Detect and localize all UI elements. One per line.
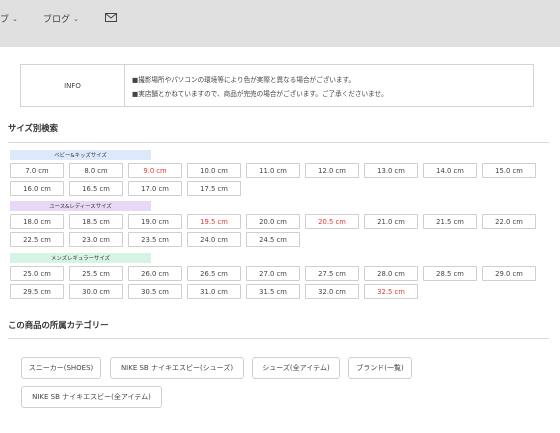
- info-box: INFO ■撮影場所やパソコンの環境等により色が実際と異なる場合がございます。 …: [20, 64, 534, 107]
- size-button[interactable]: 27.5 cm: [305, 266, 359, 281]
- size-button[interactable]: 13.0 cm: [364, 163, 418, 178]
- size-button[interactable]: 32.0 cm: [305, 284, 359, 299]
- size-button[interactable]: 12.0 cm: [305, 163, 359, 178]
- size-button[interactable]: 26.0 cm: [128, 266, 182, 281]
- size-button[interactable]: 15.0 cm: [482, 163, 536, 178]
- nav-item-blog[interactable]: ブログ ⌄: [43, 12, 79, 26]
- info-note-stock: ■実店舗とかねていますので、商品が完売の場合がございます。ご了承くださいませ。: [132, 90, 388, 98]
- mail-icon[interactable]: [105, 13, 117, 22]
- size-button[interactable]: 21.0 cm: [364, 214, 418, 229]
- category-tag-shoes-all[interactable]: シューズ(全アイテム): [252, 357, 340, 379]
- size-button[interactable]: 19.0 cm: [128, 214, 182, 229]
- size-button[interactable]: 21.5 cm: [423, 214, 477, 229]
- size-button[interactable]: 25.5 cm: [69, 266, 123, 281]
- size-button[interactable]: 30.0 cm: [69, 284, 123, 299]
- size-button[interactable]: 22.5 cm: [10, 232, 64, 247]
- info-note-color: ■撮影場所やパソコンの環境等により色が実際と異なる場合がございます。: [132, 76, 356, 84]
- size-category-label: メンズレギュラーサイズ: [10, 253, 151, 263]
- nav-item-label: ブログ: [43, 15, 71, 25]
- size-button[interactable]: 17.0 cm: [128, 181, 182, 196]
- size-button[interactable]: 19.5 cm: [187, 214, 241, 229]
- size-button[interactable]: 10.0 cm: [187, 163, 241, 178]
- nav-item-label: ブ: [0, 15, 10, 25]
- size-button[interactable]: 20.0 cm: [246, 214, 300, 229]
- section-divider: [8, 338, 549, 339]
- size-button[interactable]: 31.5 cm: [246, 284, 300, 299]
- size-button[interactable]: 14.0 cm: [423, 163, 477, 178]
- size-button[interactable]: 28.0 cm: [364, 266, 418, 281]
- size-button[interactable]: 9.0 cm: [128, 163, 182, 178]
- size-button[interactable]: 20.5 cm: [305, 214, 359, 229]
- size-button[interactable]: 7.0 cm: [10, 163, 64, 178]
- size-button[interactable]: 11.0 cm: [246, 163, 300, 178]
- size-button[interactable]: 16.5 cm: [69, 181, 123, 196]
- section-divider: [8, 142, 549, 143]
- size-button[interactable]: 27.0 cm: [246, 266, 300, 281]
- size-category-label: ベビー&キッズサイズ: [10, 150, 151, 160]
- info-notes: ■撮影場所やパソコンの環境等により色が実際と異なる場合がございます。 ■実店舗と…: [125, 65, 388, 106]
- size-button[interactable]: 25.0 cm: [10, 266, 64, 281]
- category-tag-nike-sb-all[interactable]: NIKE SB ナイキエスビー(全アイテム): [21, 386, 162, 408]
- category-tag-brand-list[interactable]: ブランド(一覧): [348, 357, 412, 379]
- top-nav-bar: ブ ⌄ ブログ ⌄: [0, 0, 560, 47]
- category-tag-sneakers[interactable]: スニーカー(SHOES): [21, 357, 101, 379]
- size-button[interactable]: 23.0 cm: [69, 232, 123, 247]
- size-button[interactable]: 18.5 cm: [69, 214, 123, 229]
- chevron-down-icon: ⌄: [12, 14, 18, 23]
- size-button[interactable]: 18.0 cm: [10, 214, 64, 229]
- size-button[interactable]: 16.0 cm: [10, 181, 64, 196]
- size-button[interactable]: 32.5 cm: [364, 284, 418, 299]
- size-button[interactable]: 22.0 cm: [482, 214, 536, 229]
- size-button[interactable]: 29.5 cm: [10, 284, 64, 299]
- size-category-label: ユース&レディースサイズ: [10, 201, 151, 211]
- size-button[interactable]: 26.5 cm: [187, 266, 241, 281]
- size-button[interactable]: 30.5 cm: [128, 284, 182, 299]
- size-button[interactable]: 23.5 cm: [128, 232, 182, 247]
- size-search-title: サイズ別検索: [8, 123, 58, 133]
- size-button[interactable]: 28.5 cm: [423, 266, 477, 281]
- chevron-down-icon: ⌄: [73, 14, 79, 23]
- size-button[interactable]: 17.5 cm: [187, 181, 241, 196]
- size-button[interactable]: 24.5 cm: [246, 232, 300, 247]
- size-button[interactable]: 8.0 cm: [69, 163, 123, 178]
- size-button[interactable]: 29.0 cm: [482, 266, 536, 281]
- nav-item-partial[interactable]: ブ ⌄: [0, 12, 18, 26]
- categories-title: この商品の所属カテゴリー: [8, 320, 109, 330]
- size-button[interactable]: 31.0 cm: [187, 284, 241, 299]
- category-tag-nike-sb-shoes[interactable]: NIKE SB ナイキエスビー(シューズ): [110, 357, 244, 379]
- size-button[interactable]: 24.0 cm: [187, 232, 241, 247]
- info-label: INFO: [21, 65, 125, 106]
